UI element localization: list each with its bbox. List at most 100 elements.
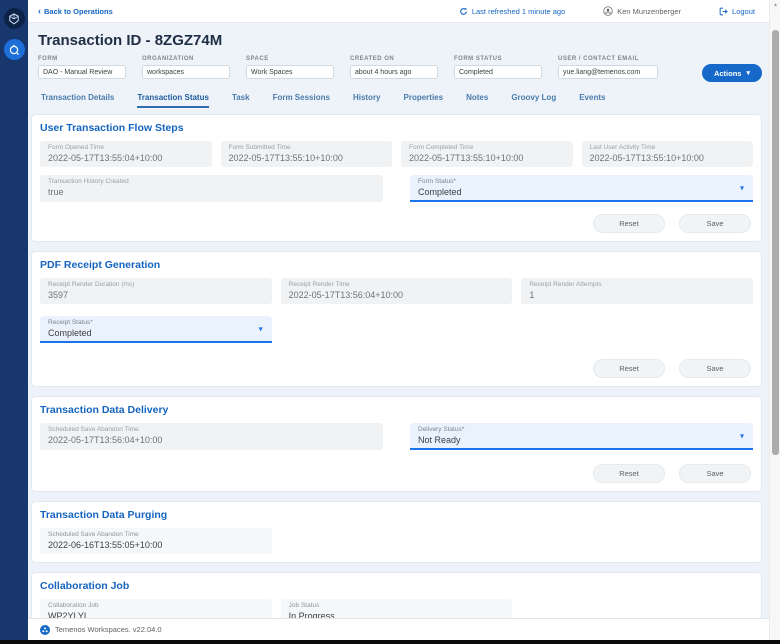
- tab-groovy-log[interactable]: Groovy Log: [511, 93, 556, 108]
- footer-version-text: Temenos Workspaces. v22.04.0: [55, 625, 162, 634]
- cube-icon: [8, 12, 20, 25]
- save-button[interactable]: Save: [679, 464, 751, 483]
- field-value: 2022-05-17T13:55:04+10:00: [48, 153, 163, 163]
- field-label: Form Completed Time: [409, 144, 474, 151]
- field-label: Form Opened Time: [48, 144, 104, 151]
- header-field-organization: ORGANIZATION workspaces: [142, 56, 230, 79]
- dropdown-caret-icon: ▾: [739, 183, 744, 192]
- reset-button[interactable]: Reset: [593, 214, 665, 233]
- transaction-history-created-field: Transaction History Created true: [40, 175, 383, 202]
- topbar: ‹ Back to Operations Last refreshed 1 mi…: [28, 0, 769, 23]
- field-value: 2022-05-17T13:56:04+10:00: [48, 435, 163, 445]
- user-menu[interactable]: Ken Munzenberger: [603, 6, 681, 16]
- chevron-down-icon: ▾: [746, 70, 750, 77]
- person-icon: [603, 6, 613, 16]
- form-opened-time-field: Form Opened Time 2022-05-17T13:55:04+10:…: [40, 141, 212, 167]
- field-label: CREATED ON: [350, 56, 395, 62]
- field-label: Receipt Render Time: [288, 281, 350, 288]
- field-value: WP2YLYL: [48, 611, 89, 618]
- field-label: Scheduled Save Abandon Time: [48, 426, 139, 433]
- section-title: Transaction Data Delivery: [40, 404, 169, 416]
- tab-properties[interactable]: Properties: [404, 93, 444, 108]
- section-title: PDF Receipt Generation: [40, 259, 161, 271]
- tab-events[interactable]: Events: [579, 93, 605, 108]
- app-window: ‹ Back to Operations Last refreshed 1 mi…: [0, 0, 780, 640]
- field-value: true: [48, 187, 64, 197]
- field-label: Form Status*: [418, 178, 456, 185]
- logout-label: Logout: [732, 6, 755, 16]
- field-value: 1: [529, 290, 535, 300]
- scrollbar-thumb[interactable]: [772, 30, 779, 455]
- section-title: User Transaction Flow Steps: [40, 122, 184, 134]
- form-input[interactable]: DAO - Manual Review: [38, 65, 126, 79]
- field-value: 3597: [48, 290, 69, 300]
- back-link-label: Back to Operations: [44, 6, 113, 16]
- tab-transaction-status[interactable]: Transaction Status: [137, 93, 209, 108]
- header-field-user-email: USER / CONTACT EMAIL yue.liang@temenos.c…: [558, 56, 658, 79]
- organization-input[interactable]: workspaces: [142, 65, 230, 79]
- reset-button[interactable]: Reset: [593, 359, 665, 378]
- form-completed-time-field: Form Completed Time 2022-05-17T13:55:10+…: [401, 141, 573, 167]
- tab-history[interactable]: History: [353, 93, 381, 108]
- receipt-status-select[interactable]: Receipt Status* Completed ▾: [40, 316, 272, 343]
- scheduled-save-abandon-time-field: Scheduled Save Abandon Time 2022-05-17T1…: [40, 423, 383, 450]
- field-label: Collaboration Job: [48, 602, 99, 609]
- form-status-input[interactable]: Completed: [454, 65, 542, 79]
- field-value: In Progress: [288, 611, 335, 618]
- delivery-status-select[interactable]: Delivery Status* Not Ready ▾: [410, 423, 753, 450]
- field-label: FORM STATUS: [454, 56, 502, 62]
- vertical-scrollbar[interactable]: ▲: [769, 0, 780, 640]
- operations-icon: [8, 44, 20, 56]
- chevron-left-icon: ‹: [38, 5, 41, 16]
- receipt-render-duration-field: Receipt Render Duration (ms) 3597: [40, 278, 272, 304]
- tab-form-sessions[interactable]: Form Sessions: [273, 93, 330, 108]
- save-button[interactable]: Save: [679, 359, 751, 378]
- section-user-transaction-flow-steps: User Transaction Flow Steps Form Opened …: [31, 114, 762, 242]
- field-label: Scheduled Save Abandon Time: [48, 531, 139, 538]
- section-transaction-data-delivery: Transaction Data Delivery Scheduled Save…: [31, 396, 762, 492]
- back-to-operations-link[interactable]: ‹ Back to Operations: [38, 5, 113, 16]
- space-input[interactable]: Work Spaces: [246, 65, 334, 79]
- header-field-space: SPACE Work Spaces: [246, 56, 334, 79]
- field-label: Form Submitted Time: [228, 144, 291, 151]
- actions-button[interactable]: Actions ▾: [701, 64, 762, 82]
- field-label: Receipt Render Duration (ms): [48, 281, 135, 288]
- actions-button-label: Actions: [713, 68, 742, 78]
- tab-notes[interactable]: Notes: [466, 93, 488, 108]
- sidebar-item-operations[interactable]: [3, 39, 25, 60]
- save-button[interactable]: Save: [679, 214, 751, 233]
- reset-button[interactable]: Reset: [593, 464, 665, 483]
- collaboration-job-field: Collaboration Job WP2YLYL: [40, 599, 272, 618]
- scroll-up-icon[interactable]: ▲: [772, 2, 779, 9]
- form-submitted-time-field: Form Submitted Time 2022-05-17T13:55:10+…: [220, 141, 392, 167]
- page-content: Transaction ID - 8ZGZ74M FORM DAO - Manu…: [28, 23, 769, 618]
- selected-value: Completed: [418, 187, 462, 197]
- window-bottom-edge: [0, 640, 780, 644]
- logout-button[interactable]: Logout: [719, 7, 755, 16]
- tab-transaction-details[interactable]: Transaction Details: [41, 93, 114, 108]
- tab-task[interactable]: Task: [232, 93, 250, 108]
- receipt-render-time-field: Receipt Render Time 2022-05-17T13:56:04+…: [280, 278, 513, 304]
- main-area: ‹ Back to Operations Last refreshed 1 mi…: [28, 0, 769, 640]
- field-value: 2022-05-17T13:55:10+10:00: [589, 153, 704, 163]
- created-on-input[interactable]: about 4 hours ago: [350, 65, 438, 79]
- refresh-label: Last refreshed 1 minute ago: [471, 6, 566, 16]
- user-email-input[interactable]: yue.liang@temenos.com: [558, 65, 658, 79]
- dropdown-caret-icon: ▾: [258, 324, 263, 333]
- dropdown-caret-icon: ▾: [739, 431, 744, 440]
- field-value: 2022-05-17T13:55:10+10:00: [409, 153, 524, 163]
- tab-bar: Transaction Details Transaction Status T…: [41, 93, 762, 108]
- selected-value: Completed: [48, 328, 92, 338]
- refresh-status[interactable]: Last refreshed 1 minute ago: [459, 7, 565, 16]
- section-title: Collaboration Job: [40, 580, 130, 592]
- refresh-icon: [459, 6, 468, 16]
- section-collaboration-job: Collaboration Job Collaboration Job WP2Y…: [31, 572, 762, 618]
- app-logo[interactable]: [3, 8, 25, 29]
- field-label: ORGANIZATION: [142, 56, 194, 62]
- footer-logo-icon: [40, 624, 50, 635]
- selected-value: Not Ready: [418, 435, 461, 445]
- field-label: Job Status: [288, 602, 320, 609]
- field-label: Receipt Status*: [48, 319, 93, 326]
- form-status-select[interactable]: Form Status* Completed ▾: [410, 175, 753, 202]
- last-user-activity-time-field: Last User Activity Time 2022-05-17T13:55…: [581, 141, 753, 167]
